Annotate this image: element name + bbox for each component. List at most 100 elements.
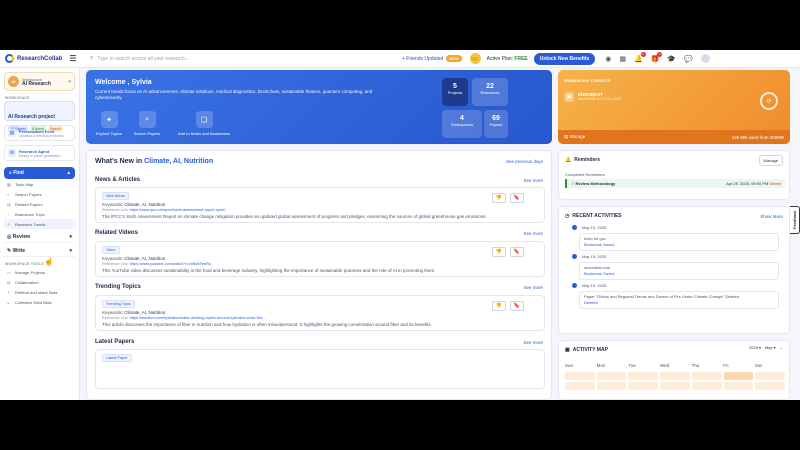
sidebar-item-research-trends[interactable]: ↗ Research Trends bbox=[4, 219, 75, 229]
dislike-button[interactable]: 👎 bbox=[492, 193, 506, 203]
day-cell bbox=[723, 382, 754, 390]
robot-icon: ⚙ bbox=[8, 149, 16, 157]
storage-value: 145 MB used from 300MB bbox=[731, 134, 784, 140]
write-menu[interactable]: ✎ Write ▾ bbox=[4, 245, 75, 257]
stat-resources[interactable]: 22 Resources bbox=[472, 78, 508, 106]
trending-item[interactable]: Trending Topic 👎 🔖 Keywords: Climate, AI,… bbox=[95, 295, 545, 331]
sidebar: AI Workspace AI Research ▾ WORKSPACE AI R… bbox=[0, 68, 80, 400]
review-icon: ◎ bbox=[7, 233, 12, 240]
latest-see-more-link[interactable]: See more bbox=[523, 340, 543, 345]
welcome-banner: Welcome , Sylvia Current trends focus on… bbox=[86, 70, 552, 144]
bookmark-button[interactable]: 🔖 bbox=[510, 247, 524, 257]
reminder-item[interactable]: ✓ Review Methodology Apr 29, 2025, 09:00… bbox=[565, 179, 785, 188]
review-menu[interactable]: ◎ Review ▾ bbox=[4, 231, 75, 243]
year-select[interactable]: 2025 ▾ bbox=[749, 345, 761, 350]
dislike-button[interactable]: 👎 bbox=[492, 247, 506, 257]
manage-button[interactable]: Manage bbox=[758, 155, 783, 166]
bookmark-button[interactable]: 🔖 bbox=[510, 193, 524, 203]
see-previous-days-link[interactable]: See previous days bbox=[506, 159, 543, 164]
news-section-title: News & Articles bbox=[95, 177, 141, 183]
bell-icon[interactable]: 🔔 2 bbox=[634, 51, 646, 63]
news-item[interactable]: Web Article 👎 🔖 Keywords: Climate, AI, Nu… bbox=[95, 187, 545, 223]
reminders-title: Reminders bbox=[574, 157, 601, 163]
day-cell bbox=[723, 372, 754, 380]
grid-icon[interactable]: ▦ bbox=[619, 55, 626, 63]
video-reference-link[interactable]: https://www.youtube.com/watch?v=xxBe5Fee… bbox=[130, 262, 211, 266]
find-menu[interactable]: ⌕ Find ▴ bbox=[4, 167, 75, 179]
welcome-title: Welcome , Sylvia bbox=[95, 79, 152, 86]
activity-item[interactable]: hello-hh.gov Bookmark Saved bbox=[579, 233, 779, 251]
show-more-link[interactable]: Show More bbox=[760, 214, 783, 219]
brand-name: ResearchCollab bbox=[17, 55, 63, 62]
search-input[interactable]: Type to search across all your research.… bbox=[97, 56, 188, 62]
brand-logo[interactable]: ResearchCollab ☰ bbox=[0, 54, 82, 63]
month-select[interactable]: May ▾ bbox=[765, 345, 776, 350]
video-chip: Video bbox=[102, 246, 120, 254]
stat-projects[interactable]: 5 Projects bbox=[442, 78, 468, 106]
chevron-down-icon: ▾ bbox=[68, 78, 71, 85]
add-notes-bookmarks-button[interactable]: ❑ Add to Notes and Bookmarks bbox=[170, 111, 238, 136]
friends-updated[interactable]: + Friends Updated NEW bbox=[402, 55, 462, 62]
bookmark-button[interactable]: 🔖 bbox=[510, 301, 524, 311]
global-search[interactable]: ⌕ Type to search across all your researc… bbox=[90, 55, 320, 62]
search-papers-button[interactable]: ⌕ Search Papers bbox=[130, 111, 164, 136]
bell-icon: 🔔 bbox=[565, 157, 572, 163]
coin-icon[interactable]: 😊 bbox=[469, 53, 481, 64]
chevron-up-icon: ▴ bbox=[67, 170, 70, 176]
gift-icon[interactable]: 🎁 1 bbox=[651, 51, 663, 63]
sidebar-item-referral[interactable]: ⇪ Refferal and share Beta bbox=[4, 287, 75, 297]
latest-paper-item[interactable]: Latest Paper bbox=[95, 349, 545, 389]
sidebar-item-topic-map[interactable]: ▦ Topic Map bbox=[4, 179, 75, 189]
unlock-benefits-button[interactable]: Unlock New Benefits bbox=[533, 52, 596, 65]
stat-papers[interactable]: 69 Papers bbox=[484, 110, 508, 138]
avatar[interactable] bbox=[700, 54, 710, 63]
activity-item[interactable]: searchbar.com Bookmark Saved bbox=[579, 262, 779, 280]
refresh-icon[interactable]: ⟳ bbox=[760, 92, 778, 110]
trending-topic-chip: Trending Topic bbox=[102, 300, 135, 308]
videos-see-more-link[interactable]: See more bbox=[523, 231, 543, 236]
day-cell bbox=[596, 382, 627, 390]
explore-topics-button[interactable]: ✦ Explore Topics bbox=[94, 111, 124, 136]
video-item[interactable]: Video 👎 🔖 Keywords: Climate, AI, Nutritio… bbox=[95, 241, 545, 277]
map-icon: ▦ bbox=[7, 181, 11, 187]
dislike-button[interactable]: 👎 bbox=[492, 301, 506, 311]
sidebar-item-collaboration[interactable]: ◍ Collaboration bbox=[4, 277, 75, 287]
trending-section-title: Trending Topics bbox=[95, 284, 141, 290]
reminders-panel: 🔔 Reminders Manage Completed Reminders ✓ … bbox=[558, 150, 790, 200]
sidebar-item-manage-projects[interactable]: ▭ Manage Projects bbox=[4, 267, 75, 277]
sidebar-item-collective-mind[interactable]: ◒ Collective Mind Beta bbox=[4, 297, 75, 307]
folder-icon: ▭ bbox=[7, 269, 11, 275]
news-see-more-link[interactable]: See more bbox=[523, 178, 543, 183]
delete-reminder-button[interactable]: Delete bbox=[769, 181, 781, 186]
stat-workspaces[interactable]: 4 Workspaces bbox=[442, 110, 482, 138]
video-keywords: Keywords: Climate, AI, Nutrition bbox=[102, 256, 166, 261]
new-badge: NEW bbox=[446, 55, 462, 62]
graduation-icon[interactable]: 🎓 bbox=[667, 55, 676, 63]
research-agent-card[interactable]: ⚙ Research Agent Ready to paper generatio… bbox=[4, 145, 75, 161]
apps-icon[interactable]: ◉ bbox=[605, 55, 611, 63]
news-reference: Reference Link: https://www.ipcc.ch/repo… bbox=[102, 208, 226, 212]
sidebar-item-search-papers[interactable]: ⌕ Search Papers bbox=[4, 189, 75, 199]
activity-item[interactable]: Paper "Global and Regional Trends and Dr… bbox=[579, 291, 779, 309]
workspace-switcher[interactable]: AI Workspace AI Research ▾ bbox=[4, 72, 75, 91]
sidebar-item-related-papers[interactable]: ▤ Related Papers bbox=[4, 199, 75, 209]
day-cell bbox=[755, 372, 785, 380]
chat-icon[interactable]: 💬 bbox=[684, 55, 693, 63]
sidebar-item-brainstorm-topic[interactable]: ◌ Brainstorm Topic bbox=[4, 209, 75, 219]
search-icon: ⌕ bbox=[7, 191, 10, 197]
tools-caption: WORKSPACE TOOLS bbox=[5, 262, 44, 266]
project-card[interactable]: AI Research project 10 Papers 8 Notes Se… bbox=[4, 101, 75, 132]
trending-reference-link[interactable]: https://medium.com/hydration/water-drink… bbox=[130, 316, 266, 320]
collapse-icon[interactable]: ⌄ bbox=[780, 345, 783, 350]
storage-bar: ▤ Storage 145 MB used from 300MB bbox=[558, 130, 790, 144]
news-reference-link[interactable]: https://www.ipcc.ch/report/sixth-assessm… bbox=[130, 208, 226, 212]
workspace-avatar: AI bbox=[8, 76, 19, 87]
top-bar: ResearchCollab ☰ ⌕ Type to search across… bbox=[0, 50, 800, 68]
trending-see-more-link[interactable]: See more bbox=[523, 285, 543, 290]
document-icon: ▤ bbox=[7, 201, 11, 207]
menu-icon[interactable]: ☰ bbox=[69, 54, 76, 63]
welcome-description: Current trends focus on AI advancements,… bbox=[95, 89, 373, 100]
video-reference: Reference Link: https://www.youtube.com/… bbox=[102, 262, 211, 266]
project-name: AI Research project bbox=[8, 114, 55, 120]
feedback-tab[interactable]: Feedback bbox=[790, 206, 800, 234]
